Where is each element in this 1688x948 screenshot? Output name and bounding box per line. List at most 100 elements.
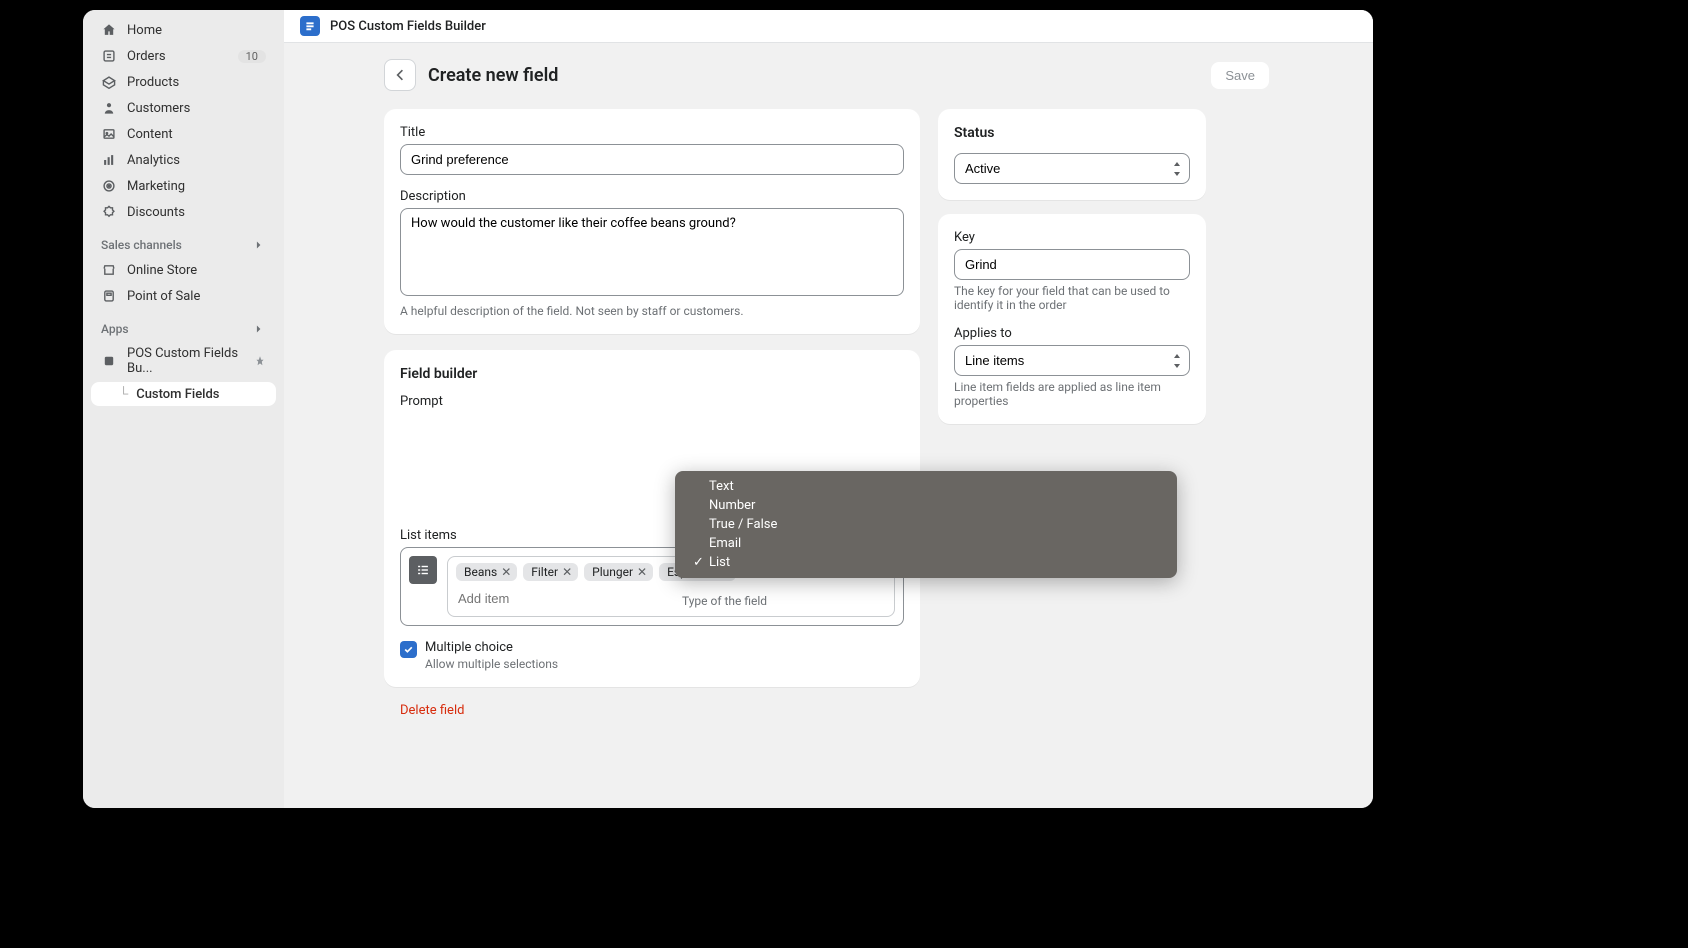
dropdown-option-label: Text [709, 479, 734, 494]
dropdown-option[interactable]: ✓ List [675, 553, 1177, 572]
back-button[interactable] [384, 59, 416, 91]
analytics-icon [101, 152, 117, 168]
multiple-choice-help: Allow multiple selections [425, 657, 558, 671]
list-icon [409, 556, 437, 584]
nav-orders[interactable]: Orders 10 [91, 44, 276, 68]
nav-label: Point of Sale [127, 289, 266, 304]
tag-label: Filter [531, 565, 558, 579]
nav-label: Home [127, 23, 266, 38]
pin-icon[interactable] [254, 355, 266, 367]
type-dropdown: Text Number True / False Email ✓ List [675, 471, 1177, 578]
section-label: Apps [101, 322, 129, 336]
tag-remove-icon[interactable]: ✕ [637, 565, 647, 579]
prompt-label: Prompt [400, 394, 904, 409]
dropdown-option[interactable]: Number [675, 496, 1177, 515]
topbar: POS Custom Fields Builder [284, 10, 1373, 43]
home-icon [101, 22, 117, 38]
orders-icon [101, 48, 117, 64]
page-header: Create new field Save [384, 59, 1269, 93]
nav-label: Analytics [127, 153, 266, 168]
nav-label: Products [127, 75, 266, 90]
nav-discounts[interactable]: Discounts [91, 200, 276, 224]
discounts-icon [101, 204, 117, 220]
nav-marketing[interactable]: Marketing [91, 174, 276, 198]
multiple-choice-checkbox[interactable] [400, 641, 417, 658]
section-label: Sales channels [101, 238, 182, 252]
content: Create new field Save Title Description … [284, 43, 1373, 734]
page-title: Create new field [428, 65, 1199, 86]
tag: Filter ✕ [523, 563, 578, 581]
store-icon [101, 262, 117, 278]
content-icon [101, 126, 117, 142]
sidebar: Home Orders 10 Products Customers Conten… [83, 10, 284, 808]
field-builder-heading: Field builder [400, 366, 904, 382]
description-textarea[interactable]: How would the customer like their coffee… [400, 208, 904, 296]
applies-to-select[interactable]: Line items [954, 345, 1190, 376]
nav-content[interactable]: Content [91, 122, 276, 146]
applies-to-label: Applies to [954, 326, 1190, 341]
nav-home[interactable]: Home [91, 18, 276, 42]
sales-channels-header[interactable]: Sales channels [91, 226, 276, 256]
nav-pos-app[interactable]: POS Custom Fields Bu... [91, 342, 276, 380]
app-logo-icon [300, 16, 320, 36]
chevron-right-icon [252, 238, 266, 252]
description-help: A helpful description of the field. Not … [400, 304, 904, 318]
tag: Beans ✕ [456, 563, 517, 581]
add-item-input[interactable] [456, 587, 886, 610]
app-name-label: POS Custom Fields Builder [330, 19, 486, 34]
title-card: Title Description How would the customer… [384, 109, 920, 334]
key-input[interactable] [954, 249, 1190, 280]
nav-point-of-sale[interactable]: Point of Sale [91, 284, 276, 308]
tag-remove-icon[interactable]: ✕ [562, 565, 572, 579]
dropdown-option-label: Email [709, 536, 741, 551]
nav-label: POS Custom Fields Bu... [127, 346, 244, 376]
customers-icon [101, 100, 117, 116]
nav-label: Customers [127, 101, 266, 116]
tag-label: Beans [464, 565, 497, 579]
description-label: Description [400, 189, 904, 204]
tag-label: Plunger [592, 565, 633, 579]
tag-remove-icon[interactable]: ✕ [501, 565, 511, 579]
multiple-choice-row: Multiple choice Allow multiple selection… [400, 640, 904, 671]
nav-analytics[interactable]: Analytics [91, 148, 276, 172]
type-help-text: Type of the field [682, 594, 767, 608]
nav-label: Orders [127, 49, 228, 64]
dropdown-option-label: True / False [709, 517, 777, 532]
dropdown-option-label: List [709, 555, 730, 570]
dropdown-option[interactable]: Text [675, 477, 1177, 496]
key-help: The key for your field that can be used … [954, 284, 1190, 312]
dropdown-option[interactable]: Email [675, 534, 1177, 553]
right-column: Status Active Key The key for your [938, 109, 1206, 424]
dropdown-option[interactable]: True / False [675, 515, 1177, 534]
applies-to-help: Line item fields are applied as line ite… [954, 380, 1190, 408]
marketing-icon [101, 178, 117, 194]
left-column: Title Description How would the customer… [384, 109, 920, 718]
title-input[interactable] [400, 144, 904, 175]
nav-label: Custom Fields [136, 387, 219, 402]
status-card: Status Active [938, 109, 1206, 200]
title-label: Title [400, 125, 904, 140]
tag: Plunger ✕ [584, 563, 653, 581]
nav-label: Content [127, 127, 266, 142]
key-card: Key The key for your field that can be u… [938, 214, 1206, 424]
key-label: Key [954, 230, 1190, 245]
nav-online-store[interactable]: Online Store [91, 258, 276, 282]
pos-icon [101, 288, 117, 304]
status-select[interactable]: Active [954, 153, 1190, 184]
delete-field-link[interactable]: Delete field [384, 703, 920, 718]
tree-line-icon: └ [119, 386, 128, 402]
nav-products[interactable]: Products [91, 70, 276, 94]
app-window: Home Orders 10 Products Customers Conten… [83, 10, 1373, 808]
nav-customers[interactable]: Customers [91, 96, 276, 120]
check-icon: ✓ [693, 555, 703, 570]
chevron-right-icon [252, 322, 266, 336]
nav-label: Online Store [127, 263, 266, 278]
apps-header[interactable]: Apps [91, 310, 276, 340]
nav-label: Marketing [127, 179, 266, 194]
nav-custom-fields[interactable]: └ Custom Fields [91, 382, 276, 406]
orders-badge: 10 [238, 50, 266, 63]
products-icon [101, 74, 117, 90]
dropdown-option-label: Number [709, 498, 755, 513]
status-heading: Status [954, 125, 1190, 141]
save-button[interactable]: Save [1211, 62, 1269, 89]
